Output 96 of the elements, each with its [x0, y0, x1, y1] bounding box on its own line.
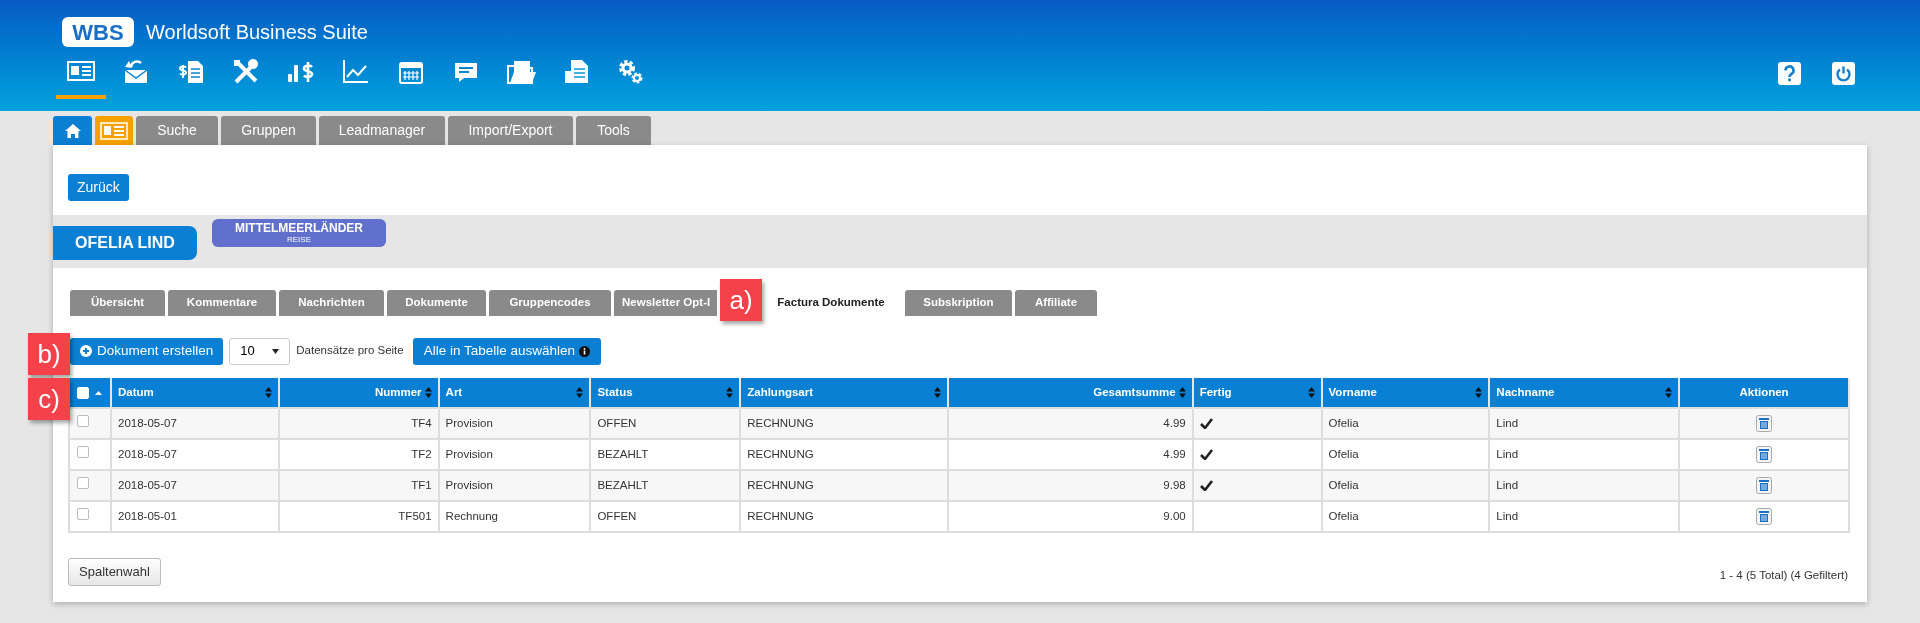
- sort-icon[interactable]: [424, 387, 432, 398]
- nav-tab[interactable]: Import/Export: [448, 116, 573, 145]
- table-cell: 2018-05-07: [118, 478, 177, 491]
- home-tab[interactable]: [53, 116, 92, 145]
- section-tab[interactable]: Affiliate: [1015, 290, 1097, 316]
- section-tab[interactable]: Kommentare: [168, 290, 276, 316]
- section-tab[interactable]: Dokumente: [387, 290, 486, 316]
- sort-icon[interactable]: [1178, 387, 1186, 398]
- column-header[interactable]: Nachname: [1496, 383, 1555, 402]
- select-all-button[interactable]: Alle in Tabelle auswählen: [412, 337, 602, 365]
- section-tab[interactable]: Gruppencodes: [489, 290, 611, 316]
- sort-icon[interactable]: [264, 387, 272, 398]
- page-size-select[interactable]: 10: [229, 337, 291, 365]
- column-header[interactable]: Status: [597, 383, 633, 402]
- column-header[interactable]: Aktionen: [1739, 383, 1789, 402]
- table-cell: Provision: [445, 416, 493, 429]
- table-cell: TF1: [411, 478, 432, 491]
- table-cell: 4.99: [1163, 447, 1186, 460]
- table-cell: Lind: [1496, 509, 1519, 522]
- logo: WBS: [62, 17, 134, 47]
- plus-icon: [80, 345, 92, 357]
- info-icon: [579, 345, 591, 357]
- table-cell: OFFEN: [597, 509, 637, 522]
- sort-icon[interactable]: [934, 387, 941, 398]
- sort-up-icon[interactable]: [95, 390, 102, 395]
- sort-icon[interactable]: [1665, 387, 1673, 398]
- table-cell: RECHNUNG: [747, 416, 814, 429]
- table-cell: Provision: [445, 447, 493, 460]
- table-cell: Rechnung: [445, 509, 498, 522]
- column-header[interactable]: Fertig: [1199, 383, 1232, 402]
- column-header[interactable]: Vorname: [1328, 383, 1377, 402]
- nav-tab[interactable]: Tools: [576, 116, 651, 145]
- trash-icon[interactable]: [1756, 477, 1773, 495]
- contact-name: OFELIA LIND: [53, 226, 197, 260]
- table-cell: 9.00: [1163, 509, 1186, 522]
- create-document-button[interactable]: Dokument erstellen: [70, 337, 224, 365]
- table-cell: TF2: [411, 447, 432, 460]
- app-title: Worldsoft Business Suite: [146, 20, 368, 45]
- column-header[interactable]: Gesamtsumme: [1093, 383, 1176, 402]
- section-tab[interactable]: Newsletter Opt-I: [614, 290, 717, 316]
- table-cell: 9.98: [1163, 478, 1186, 491]
- column-header[interactable]: Art: [445, 383, 463, 402]
- column-header[interactable]: Zahlungsart: [747, 383, 814, 402]
- contact-tab[interactable]: [95, 116, 133, 145]
- table-cell: Ofelia: [1328, 478, 1359, 491]
- table-cell: BEZAHLT: [597, 447, 649, 460]
- home-icon: [63, 122, 82, 139]
- trash-icon[interactable]: [1756, 446, 1773, 464]
- nav-tab[interactable]: Leadmanager: [319, 116, 445, 145]
- table-cell: Lind: [1496, 447, 1519, 460]
- checkbox[interactable]: [77, 445, 89, 458]
- table-cell: Ofelia: [1328, 416, 1359, 429]
- checkbox[interactable]: [77, 414, 89, 427]
- sort-icon[interactable]: [1475, 387, 1483, 398]
- column-header[interactable]: Datum: [118, 383, 154, 402]
- checkbox[interactable]: [77, 507, 89, 520]
- nav-tab[interactable]: Suche: [136, 116, 218, 145]
- trash-icon[interactable]: [1756, 415, 1773, 433]
- sort-icon[interactable]: [726, 387, 734, 398]
- section-tab[interactable]: Nachrichten: [279, 290, 384, 316]
- contact-card-icon: [100, 121, 128, 140]
- help-icon[interactable]: [1778, 62, 1801, 85]
- table-cell: RECHNUNG: [747, 478, 814, 491]
- sort-icon[interactable]: [576, 387, 584, 398]
- table-cell: TF4: [411, 416, 432, 429]
- section-tab[interactable]: Übersicht: [70, 290, 165, 316]
- caret-icon: [272, 348, 280, 354]
- table-cell: Lind: [1496, 478, 1519, 491]
- column-choice-button[interactable]: Spaltenwahl: [68, 558, 161, 586]
- annotation-marker: c): [28, 378, 70, 420]
- group-tag[interactable]: MITTELMEERLÄNDER REISE: [212, 219, 386, 247]
- table-cell: 4.99: [1163, 416, 1186, 429]
- table-cell: OFFEN: [597, 416, 637, 429]
- table-cell: Provision: [445, 478, 493, 491]
- annotation-marker: a): [720, 279, 762, 321]
- column-header[interactable]: Nummer: [374, 383, 422, 402]
- table-cell: TF501: [398, 509, 432, 522]
- page-size-label: Datensätze pro Seite: [296, 343, 404, 359]
- table-cell: 2018-05-07: [118, 447, 177, 460]
- table-cell: Lind: [1496, 416, 1519, 429]
- nav-tab[interactable]: Gruppen: [221, 116, 316, 145]
- table-cell: RECHNUNG: [747, 447, 814, 460]
- table-cell: Ofelia: [1328, 447, 1359, 460]
- table-cell: BEZAHLT: [597, 478, 649, 491]
- trash-icon[interactable]: [1756, 508, 1773, 526]
- table-cell: 2018-05-07: [118, 416, 177, 429]
- pagination-info: 1 - 4 (5 Total) (4 Gefiltert): [1719, 567, 1848, 583]
- annotation-marker: b): [28, 333, 70, 375]
- table-cell: Ofelia: [1328, 509, 1359, 522]
- power-icon[interactable]: [1832, 62, 1855, 85]
- checkbox[interactable]: [77, 476, 89, 489]
- table-cell: 2018-05-01: [118, 509, 177, 522]
- back-button[interactable]: Zurück: [68, 174, 129, 201]
- table-cell: RECHNUNG: [747, 509, 814, 522]
- sort-icon[interactable]: [1307, 387, 1315, 398]
- section-tab[interactable]: Subskription: [905, 290, 1012, 316]
